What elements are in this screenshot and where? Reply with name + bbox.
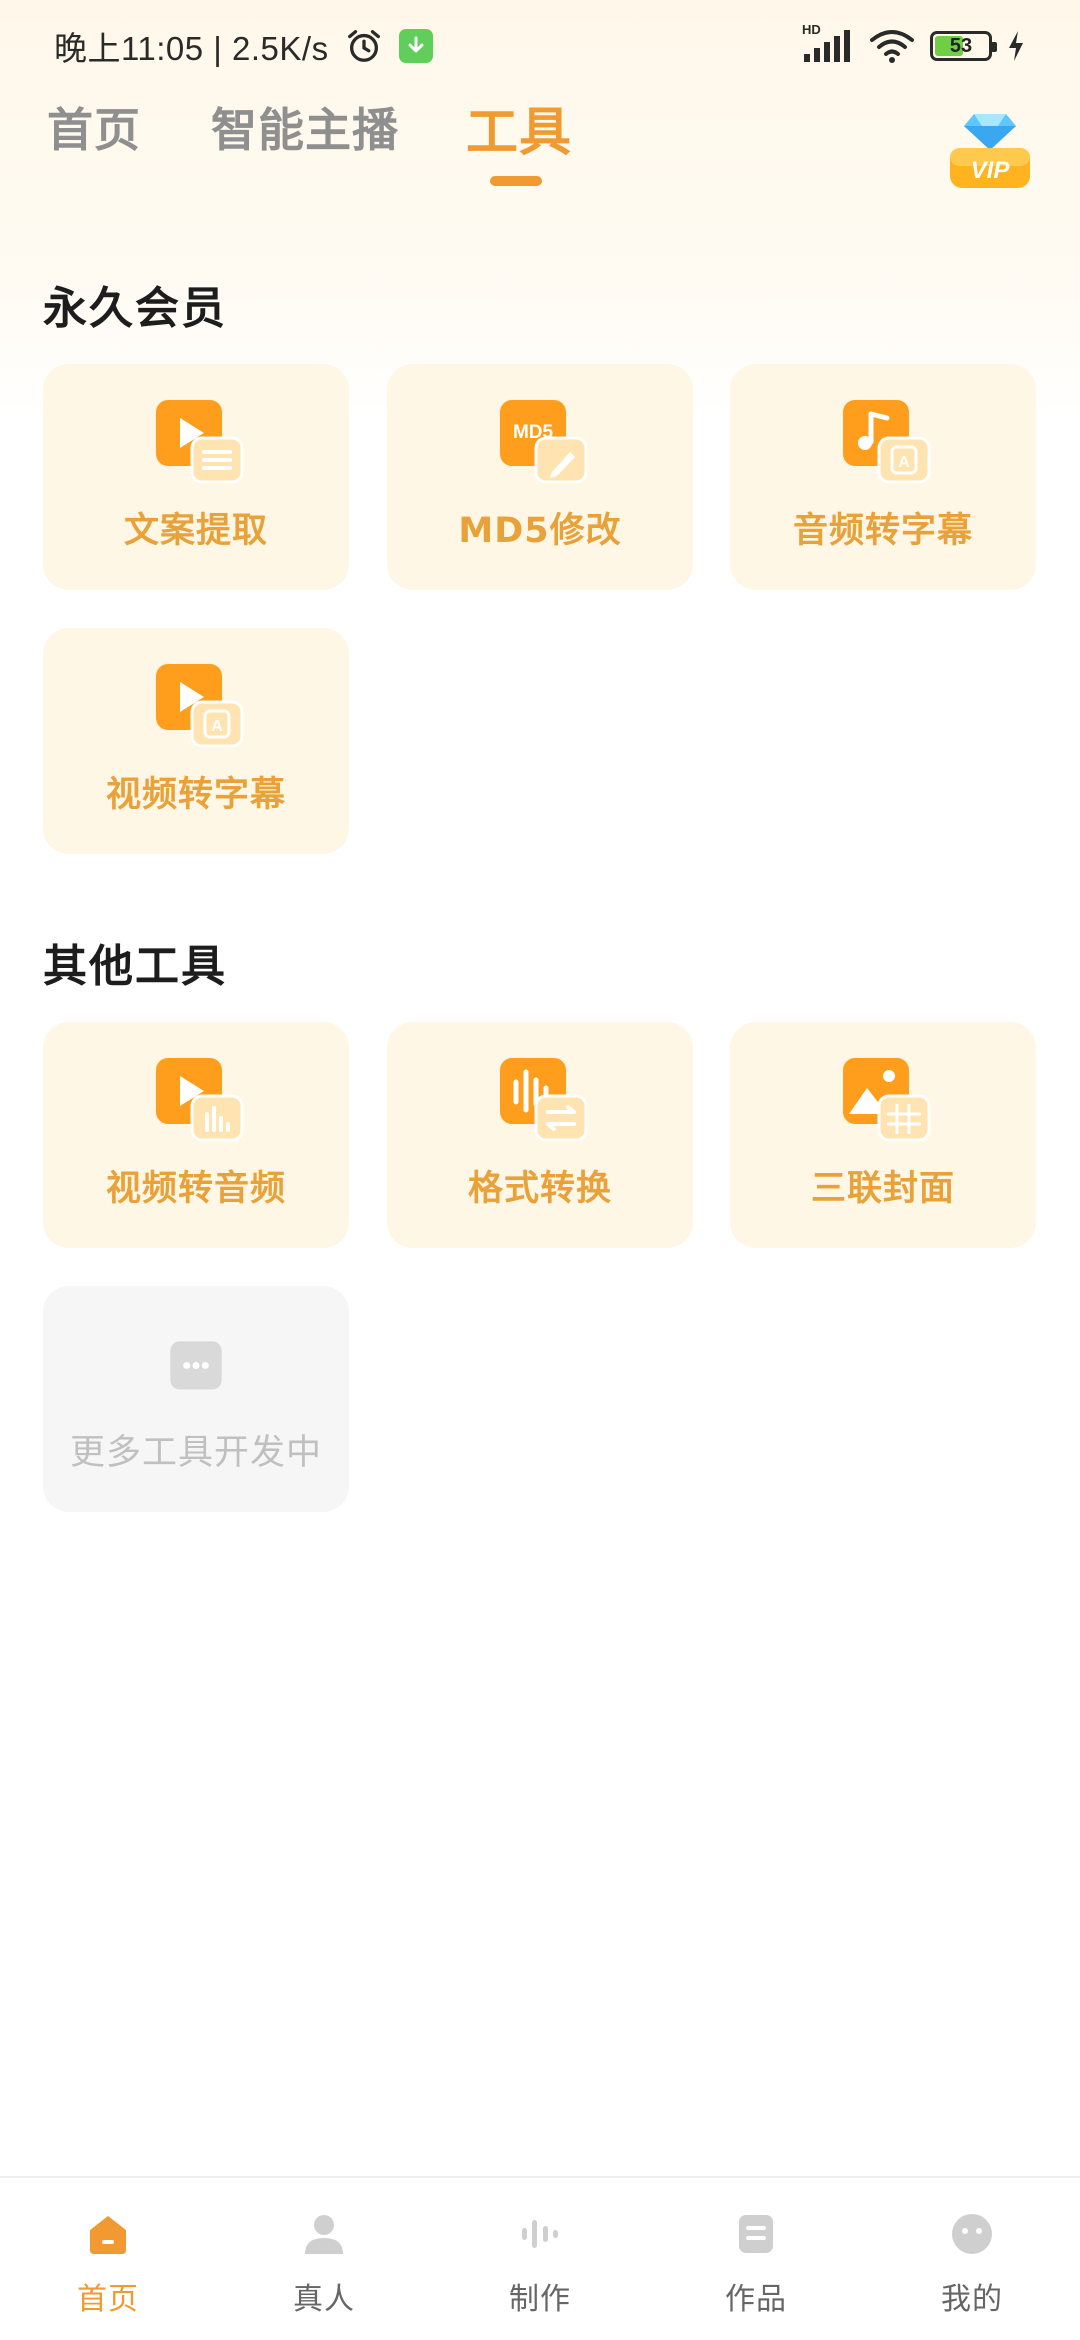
download-icon	[398, 29, 433, 63]
person-icon	[305, 2215, 343, 2254]
subtitle-badge-text: A	[211, 718, 223, 735]
active-tab-indicator	[490, 176, 542, 186]
tool-label: 更多工具开发中	[69, 1433, 322, 1473]
status-time: 晚上11:05 | 2.5K/s	[54, 30, 329, 67]
wifi-icon	[870, 30, 914, 63]
music-subtitle-icon: A	[843, 400, 931, 484]
tool-label: 视频转音频	[105, 1169, 286, 1209]
top-tabs: 首页 智能主播 工具 VIP	[0, 92, 1080, 202]
tool-label: MD5修改	[458, 511, 622, 551]
nav-label: 作品	[725, 2282, 787, 2317]
status-right: HD 53	[802, 22, 1026, 64]
signal-icon: HD	[802, 22, 854, 64]
nav-item-create[interactable]: 制作	[432, 2178, 648, 2340]
battery-cap	[992, 42, 997, 52]
tool-card-more-coming: 更多工具开发中	[43, 1286, 349, 1512]
status-bar: 晚上11:05 | 2.5K/s HD 53	[0, 0, 1080, 92]
tab-home[interactable]: 首页	[47, 94, 141, 160]
tool-label: 格式转换	[467, 1169, 612, 1209]
nav-label: 我的	[941, 2282, 1003, 2317]
play-text-icon	[156, 400, 244, 484]
section-title-other-tools: 其他工具	[43, 941, 227, 992]
video-audio-icon	[156, 1058, 244, 1142]
vip-label: VIP	[970, 157, 1010, 184]
nav-label: 真人	[293, 2282, 355, 2317]
section-title-permanent-vip: 永久会员	[43, 283, 227, 334]
tool-card-copy-extract[interactable]: 文案提取	[43, 364, 349, 590]
nav-item-home[interactable]: 首页	[0, 2178, 216, 2340]
nav-item-real-person[interactable]: 真人	[216, 2178, 432, 2340]
battery-level: 53	[949, 34, 973, 57]
video-subtitle-icon: A	[156, 664, 244, 748]
tool-card-triple-cover[interactable]: 三联封面	[730, 1022, 1036, 1248]
battery-icon: 53	[930, 31, 997, 61]
nav-label: 首页	[77, 2282, 139, 2317]
status-left: 晚上11:05 | 2.5K/s	[54, 22, 433, 70]
vip-badge[interactable]: VIP	[946, 110, 1034, 192]
bottom-nav: 首页 真人 制作 作品 我的	[0, 2176, 1080, 2340]
profile-face-icon	[952, 2214, 992, 2254]
tool-card-md5-edit[interactable]: MD5 MD5修改	[387, 364, 693, 590]
nav-item-works[interactable]: 作品	[648, 2178, 864, 2340]
tool-card-format-convert[interactable]: 格式转换	[387, 1022, 693, 1248]
waveform-icon	[522, 2220, 558, 2248]
tool-card-audio-subtitle[interactable]: A 音频转字幕	[730, 364, 1036, 590]
nav-item-mine[interactable]: 我的	[864, 2178, 1080, 2340]
tools-page: 晚上11:05 | 2.5K/s HD 53 首页 智能主播 工具 VIP 永久…	[0, 0, 1080, 2340]
works-icon	[739, 2215, 773, 2253]
alarm-icon	[347, 30, 380, 62]
more-icon	[170, 1341, 222, 1390]
tool-label: 文案提取	[123, 511, 268, 551]
subtitle-badge-text: A	[898, 454, 910, 471]
charging-icon	[1009, 31, 1023, 61]
triple-cover-icon	[843, 1058, 931, 1142]
tab-smart-anchor[interactable]: 智能主播	[211, 94, 399, 160]
nav-label: 制作	[509, 2282, 571, 2317]
tool-card-video-subtitle[interactable]: A 视频转字幕	[43, 628, 349, 854]
tool-card-video-to-audio[interactable]: 视频转音频	[43, 1022, 349, 1248]
md5-edit-icon: MD5	[500, 400, 588, 484]
tool-label: 音频转字幕	[792, 511, 973, 551]
tab-tools[interactable]: 工具	[466, 90, 572, 165]
format-convert-icon	[500, 1058, 588, 1142]
home-icon	[90, 2216, 126, 2254]
tool-label: 视频转字幕	[105, 775, 286, 815]
tool-label: 三联封面	[810, 1169, 955, 1209]
